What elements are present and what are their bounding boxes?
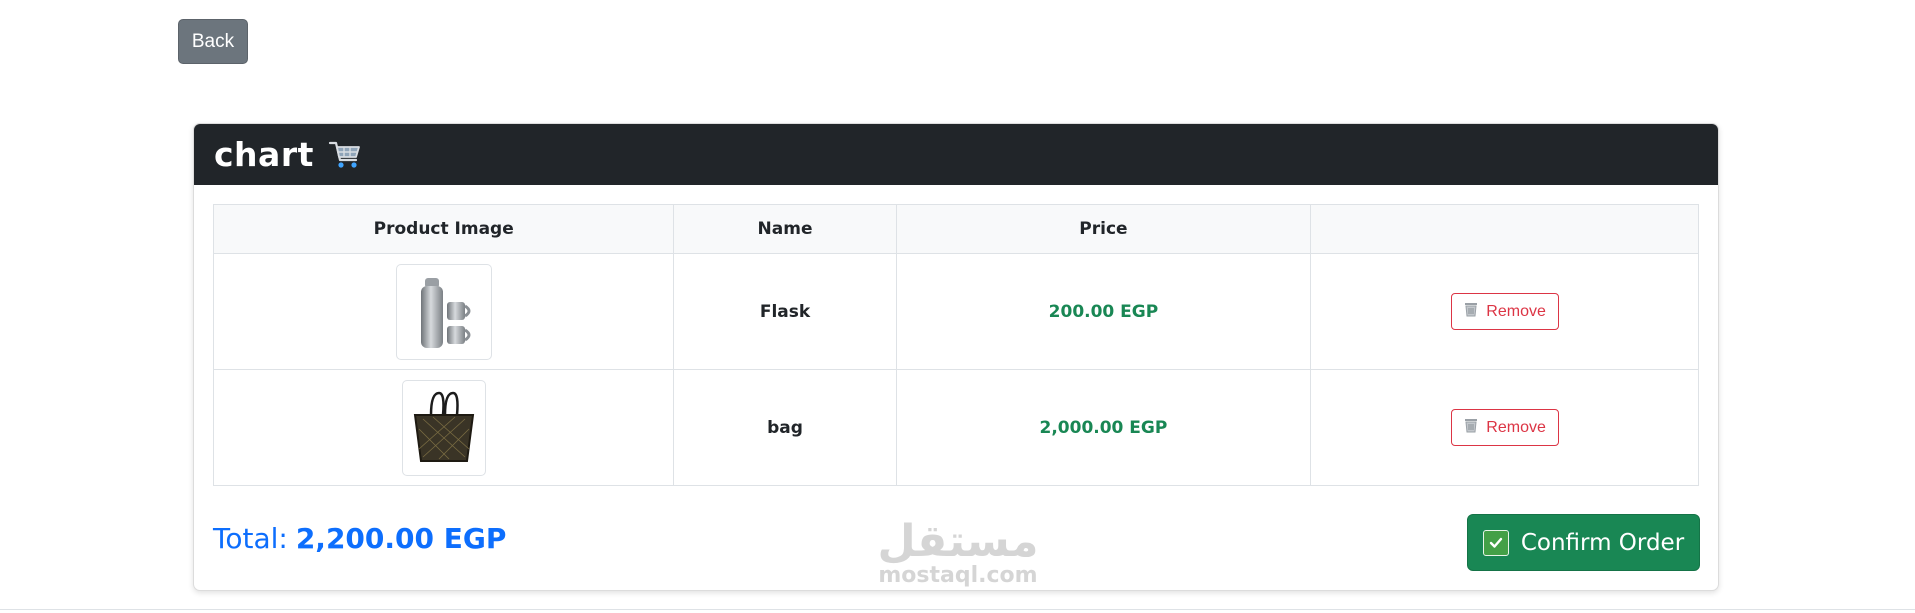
shopping-cart-icon [328,138,362,172]
header-actions [1310,204,1699,254]
card-title: chart [214,135,314,174]
product-image-cell [212,253,675,370]
confirm-order-button[interactable]: Confirm Order [1467,514,1700,571]
remove-button[interactable]: Remove [1450,409,1559,446]
product-name: bag [673,369,897,486]
table-row: bag 2,000.00 EGP Remove [212,369,1699,486]
total-label: Total: [213,522,288,555]
bag-product-image [401,379,486,476]
checkmark-icon [1482,529,1509,556]
remove-label: Remove [1486,418,1546,436]
table-row: Flask 200.00 EGP Remove [212,253,1699,370]
confirm-order-label: Confirm Order [1520,529,1685,556]
trash-icon [1463,301,1479,322]
total-value: 2,200.00 EGP [295,522,507,555]
back-button[interactable]: Back [178,19,248,64]
product-price: 2,000.00 EGP [895,369,1312,486]
product-name: Flask [673,253,897,370]
order-total: Total: 2,200.00 EGP [213,522,506,555]
cart-table: Product Image Name Price Flask 200.00 EG… [212,204,1699,486]
card-header: chart [194,124,1718,185]
header-name: Name [673,204,897,254]
actions-cell: Remove [1310,369,1699,486]
table-header-row: Product Image Name Price [212,204,1699,254]
remove-label: Remove [1486,302,1546,320]
product-price: 200.00 EGP [895,253,1312,370]
header-price: Price [895,204,1312,254]
cart-card: chart Product Image Name Price Flask 200… [193,123,1719,591]
remove-button[interactable]: Remove [1450,293,1559,330]
product-image-cell [212,369,675,486]
flask-product-image [395,263,492,360]
trash-icon [1463,417,1479,438]
header-product-image: Product Image [212,204,675,254]
divider [0,609,1915,610]
actions-cell: Remove [1310,253,1699,370]
